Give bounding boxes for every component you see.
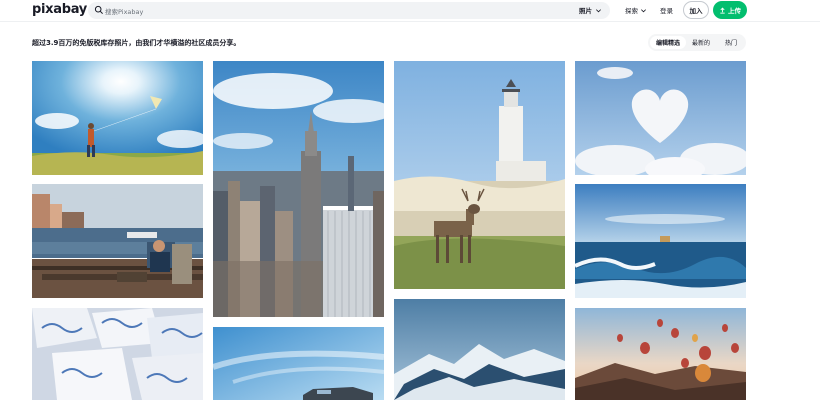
photo-hot-air-balloons[interactable] <box>575 308 746 400</box>
upload-label: 上传 <box>728 7 741 15</box>
photo-car-sky[interactable] <box>213 327 384 400</box>
media-type-label: 照片 <box>579 7 592 15</box>
upload-icon <box>720 7 725 14</box>
photo-lighthouse-deer[interactable] <box>394 61 565 289</box>
explore-label: 探索 <box>625 7 638 15</box>
top-header: pixabay 搜索Pixabay 照片 探索 登录 加入 上传 <box>0 0 820 22</box>
photo-kite-child[interactable] <box>32 61 203 175</box>
photo-snowy-mountain[interactable] <box>394 299 565 400</box>
search-icon <box>94 5 103 14</box>
photo-harbor-man[interactable] <box>32 184 203 298</box>
photo-heart-cloud[interactable] <box>575 61 746 175</box>
tab-editors-choice[interactable]: 编辑精选 <box>650 36 686 49</box>
chevron-down-icon <box>596 8 601 12</box>
photo-gift-boxes[interactable] <box>32 308 203 400</box>
tab-trending[interactable]: 热门 <box>718 36 744 49</box>
photo-ocean-wave[interactable] <box>575 184 746 298</box>
join-button[interactable]: 加入 <box>683 1 709 19</box>
sort-tabs: 编辑精选 最新的 热门 <box>648 34 746 51</box>
explore-menu[interactable]: 探索 <box>625 5 647 15</box>
search-bar[interactable]: 搜索Pixabay 照片 <box>88 2 610 19</box>
pixabay-logo[interactable]: pixabay <box>32 2 87 17</box>
photo-new-york-city[interactable] <box>213 61 384 317</box>
media-type-select[interactable]: 照片 <box>579 5 602 15</box>
page-tagline: 超过3.9百万的免版税库存照片，由我们才华横溢的社区成员分享。 <box>32 39 241 47</box>
login-link[interactable]: 登录 <box>660 5 673 15</box>
chevron-down-icon <box>641 8 646 12</box>
search-input[interactable]: 搜索Pixabay <box>105 6 143 16</box>
tab-latest[interactable]: 最新的 <box>688 36 714 49</box>
upload-button[interactable]: 上传 <box>713 1 747 19</box>
